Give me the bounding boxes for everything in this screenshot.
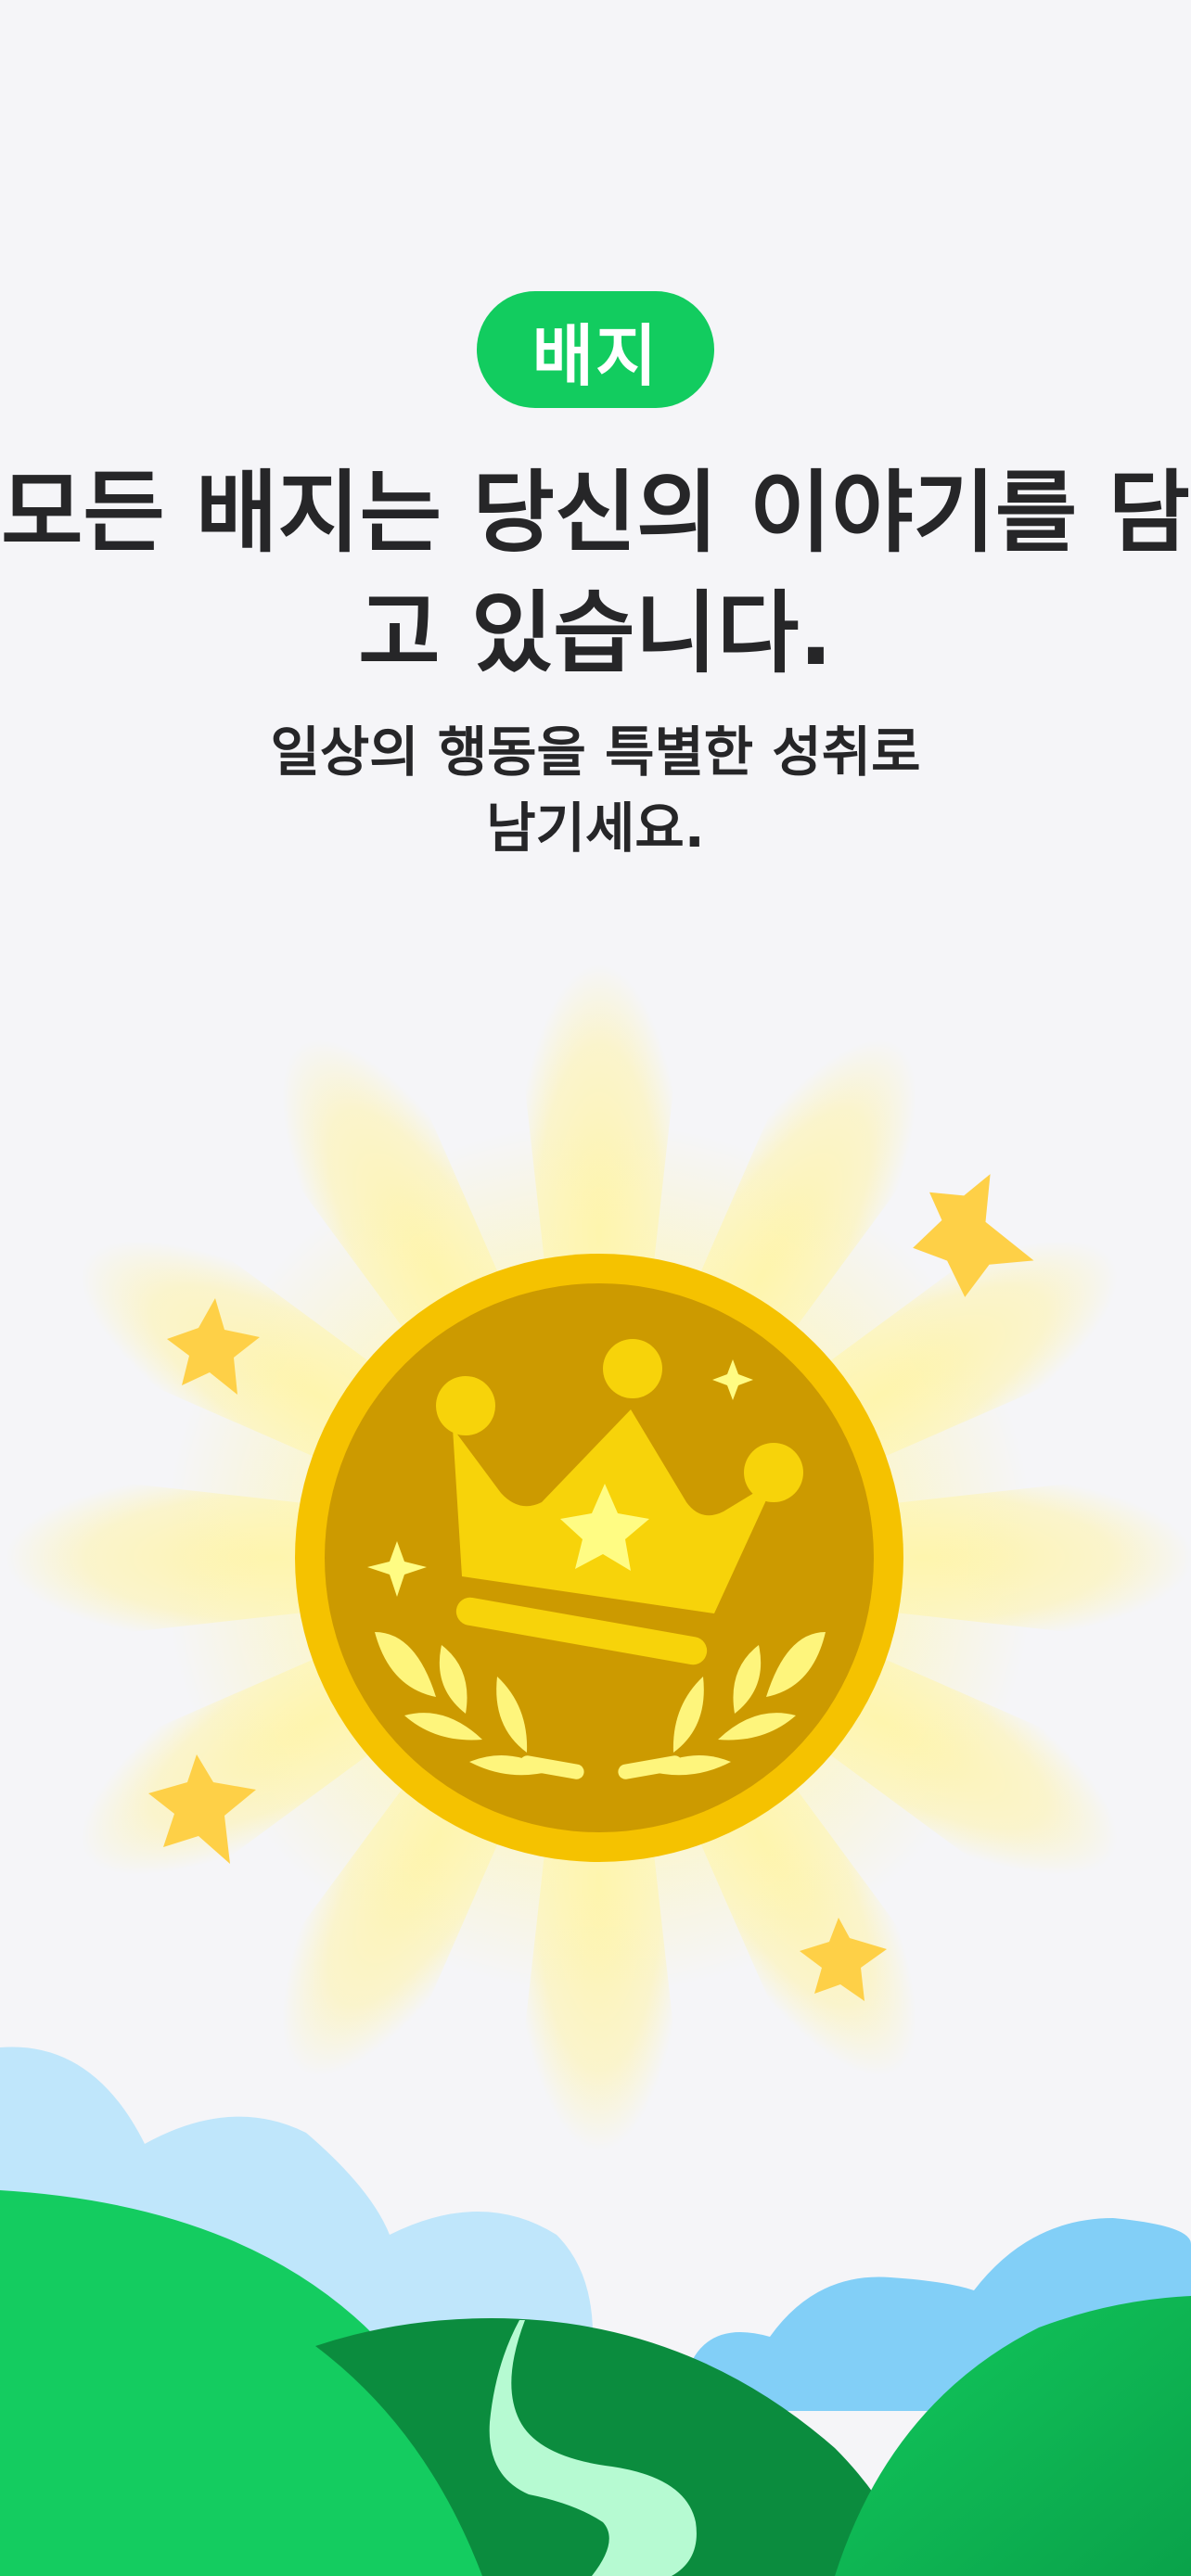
crown-medal-icon (295, 1254, 903, 1862)
page-title-line-1: 모든 배지는 당신의 이야기를 담 (1, 461, 1190, 565)
page-title-line-2: 고 있습니다. (358, 581, 833, 685)
badge-pill: 배지 (477, 291, 714, 408)
page-subtitle-line-2: 남기세요. (486, 797, 705, 860)
page-subtitle-line-1: 일상의 행동을 특별한 성취로 (270, 721, 921, 784)
page-subtitle: 일상의 행동을 특별한 성취로 남기세요. (0, 714, 1191, 866)
page-title: 모든 배지는 당신의 이야기를 담 고 있습니다. (0, 453, 1191, 694)
